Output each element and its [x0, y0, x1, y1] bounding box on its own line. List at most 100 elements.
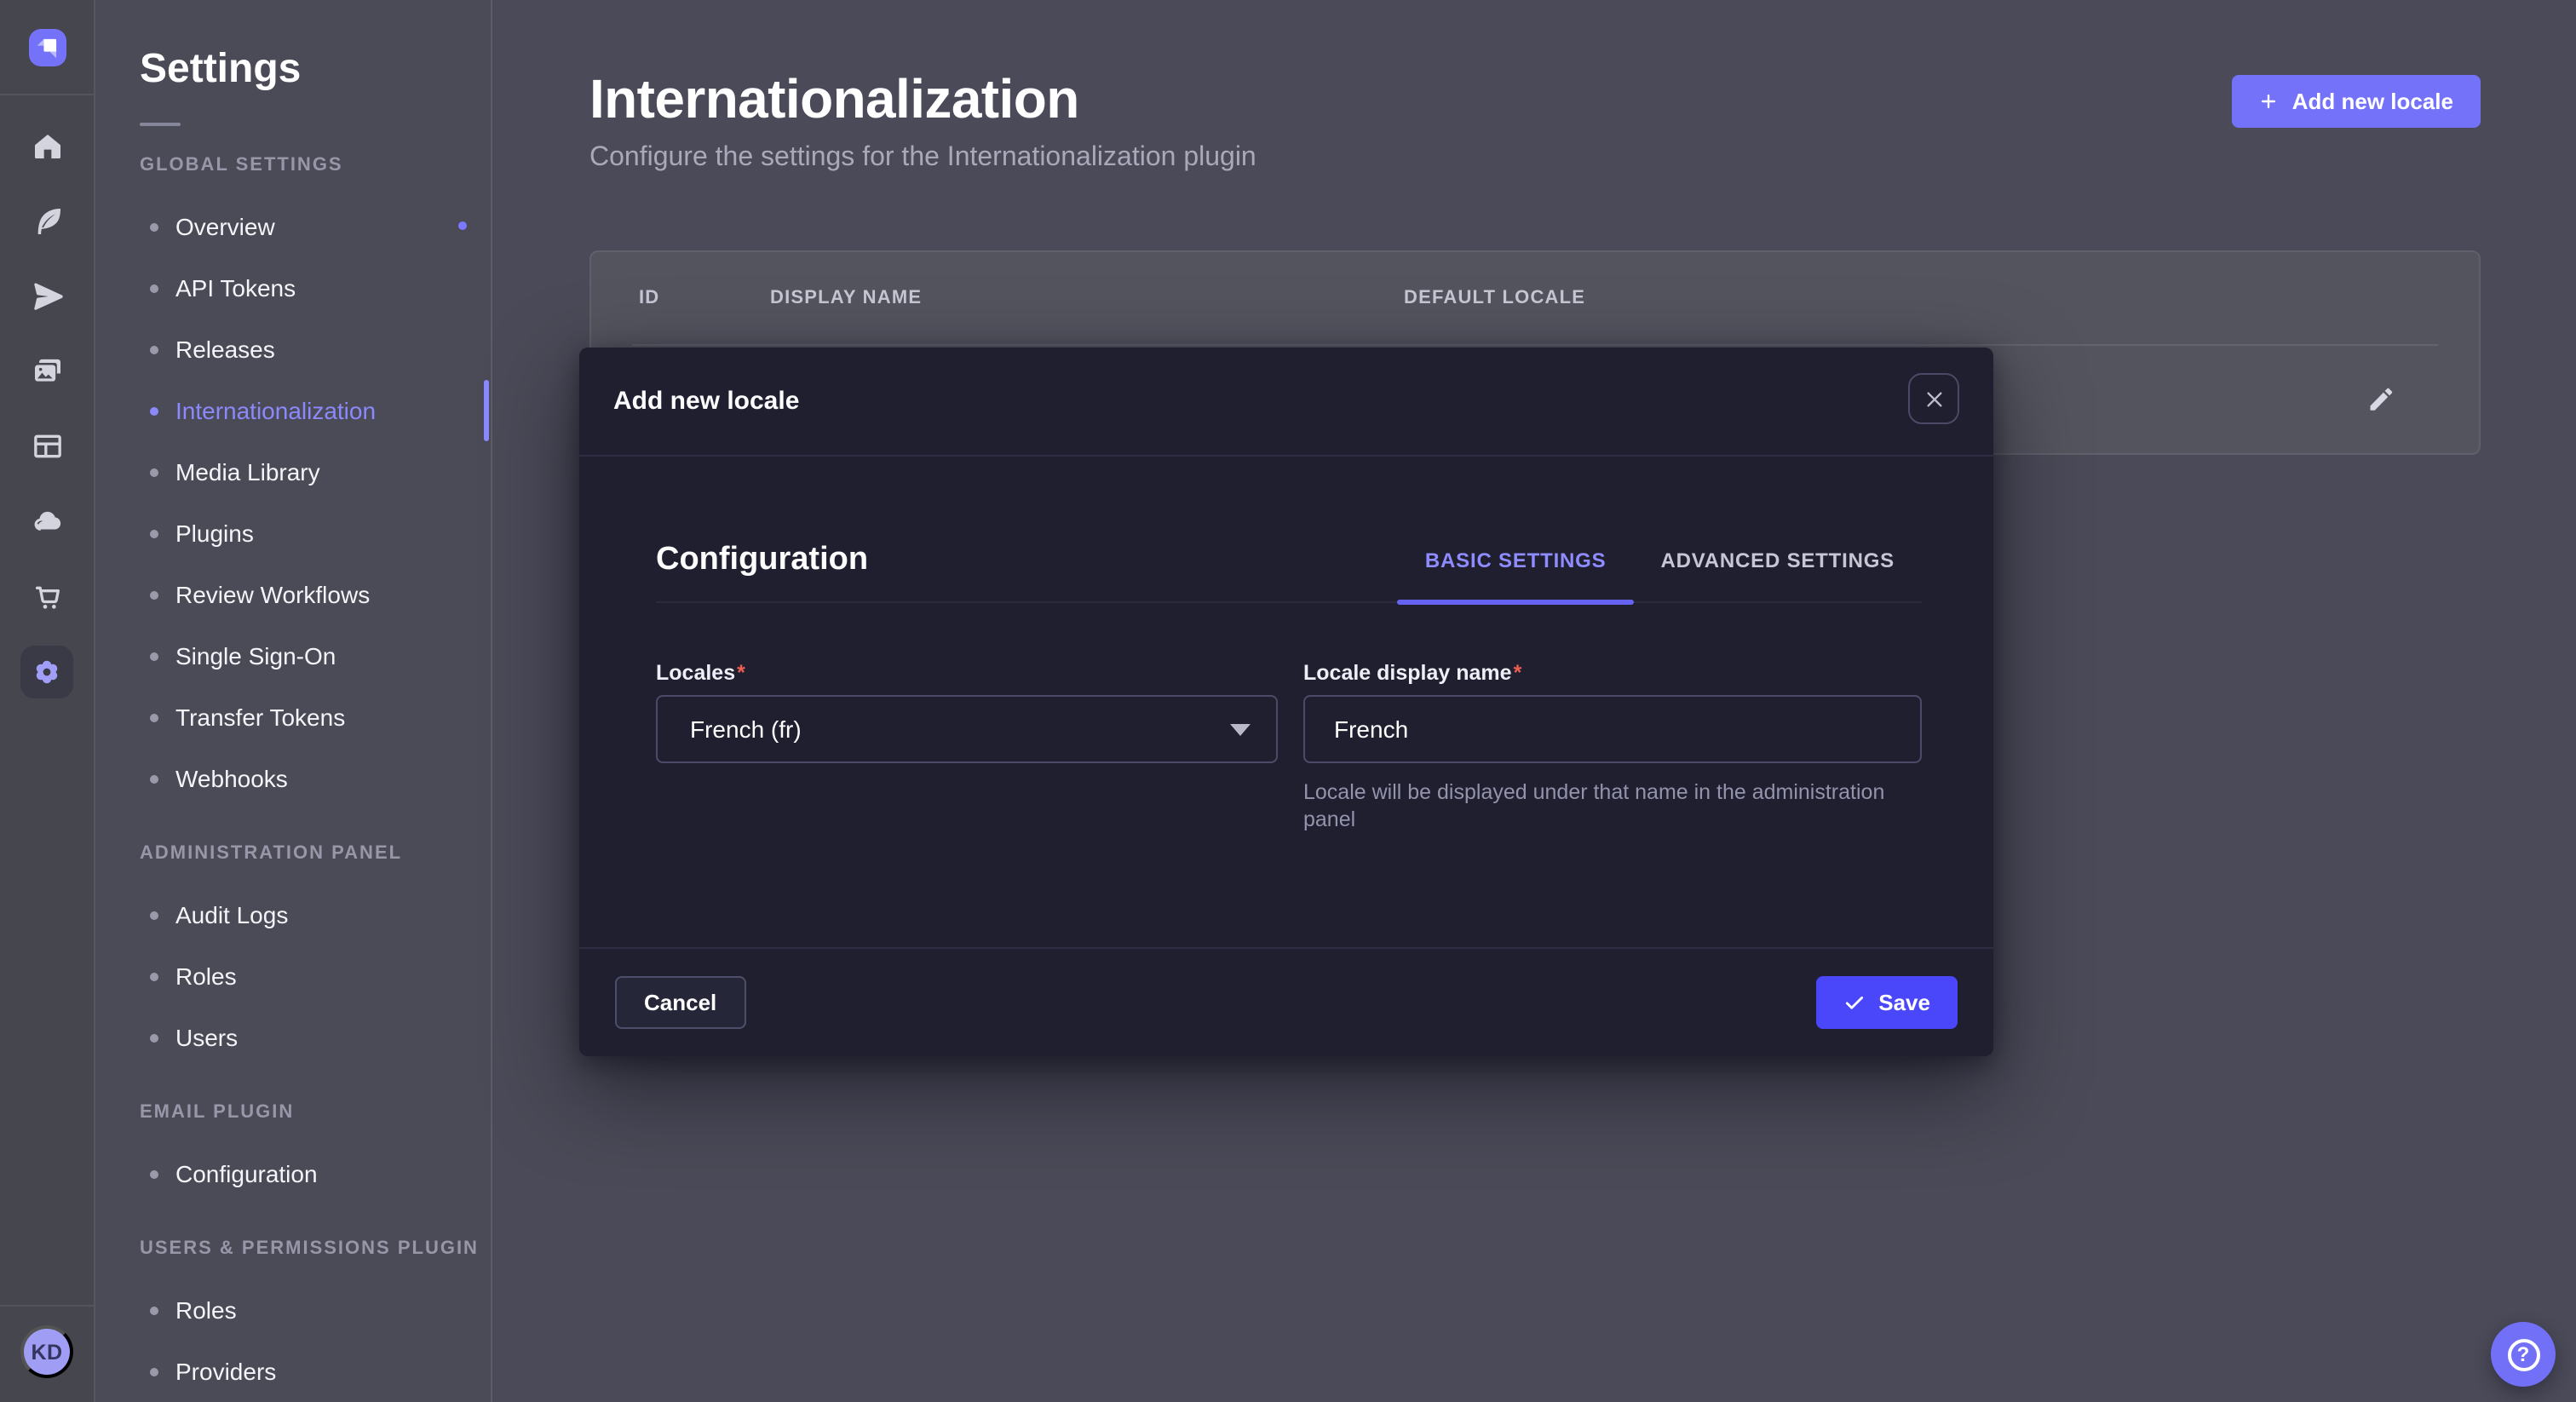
- bullet-icon: [150, 911, 158, 919]
- sidebar-sections: GLOBAL SETTINGS Overview API Tokens Release…: [140, 155, 491, 1402]
- bullet-icon: [150, 1306, 158, 1314]
- rail-nav: [0, 109, 94, 709]
- bullet-icon: [150, 284, 158, 292]
- settings-sidebar: Settings GLOBAL SETTINGS Overview API Toke…: [95, 0, 492, 1402]
- configuration-title: Configuration: [656, 540, 868, 581]
- sidebar-section-label: ADMINISTRATION PANEL: [140, 843, 491, 864]
- bullet-icon: [150, 1367, 158, 1376]
- bullet-icon: [150, 468, 158, 476]
- sidebar-item-providers[interactable]: Providers: [140, 1341, 491, 1402]
- locales-label: Locales*: [656, 659, 1278, 687]
- user-avatar[interactable]: KD: [20, 1325, 73, 1378]
- display-name-input[interactable]: [1303, 695, 1922, 763]
- home-icon[interactable]: [9, 109, 84, 184]
- sidebar-item-plugins[interactable]: Plugins: [140, 503, 491, 564]
- locales-select[interactable]: French (fr): [656, 695, 1278, 763]
- bullet-icon: [150, 774, 158, 783]
- display-name-field: Locale display name* Locale will be disp…: [1303, 659, 1922, 833]
- table-header-row: ID DISPLAY NAME DEFAULT LOCALE: [591, 252, 2479, 344]
- sidebar-item-label: Providers: [175, 1358, 276, 1385]
- save-button[interactable]: Save: [1815, 976, 1958, 1029]
- form-fields: Locales* French (fr) Locale display name…: [656, 659, 1922, 833]
- sidebar-item-label: Media Library: [175, 458, 320, 486]
- help-button[interactable]: ?: [2491, 1322, 2556, 1387]
- bullet-icon: [150, 972, 158, 980]
- workspace-logo-cell[interactable]: [0, 0, 94, 95]
- tab-advanced-settings[interactable]: ADVANCED SETTINGS: [1633, 540, 1922, 581]
- sidebar-item-roles[interactable]: Roles: [140, 945, 491, 1007]
- sidebar-section-label: GLOBAL SETTINGS: [140, 155, 491, 175]
- sidebar-item-label: Overview: [175, 213, 275, 240]
- add-new-locale-button[interactable]: Add new locale: [2233, 75, 2481, 128]
- sidebar-item-webhooks[interactable]: Webhooks: [140, 748, 491, 809]
- locales-field: Locales* French (fr): [656, 659, 1278, 833]
- add-new-locale-label: Add new locale: [2292, 89, 2453, 114]
- page-title: Internationalization: [589, 65, 2481, 133]
- feather-icon[interactable]: [9, 184, 84, 259]
- display-name-label: Locale display name*: [1303, 659, 1922, 687]
- add-locale-modal: Add new locale Configuration BASIC SETTI…: [579, 348, 1993, 1056]
- sidebar-item-label: Webhooks: [175, 765, 288, 792]
- sidebar-item-users[interactable]: Users: [140, 1007, 491, 1068]
- pictures-icon[interactable]: [9, 334, 84, 409]
- sidebar-item-list: Roles Providers: [140, 1279, 491, 1402]
- required-asterisk: *: [737, 661, 745, 685]
- cancel-button[interactable]: Cancel: [615, 976, 745, 1029]
- active-item-indicator: [484, 380, 489, 441]
- sidebar-item-label: Single Sign-On: [175, 642, 336, 669]
- bullet-icon: [150, 529, 158, 537]
- check-icon: [1843, 991, 1865, 1014]
- plus-icon: [2260, 92, 2279, 111]
- close-button[interactable]: [1908, 373, 1959, 424]
- bullet-icon: [150, 590, 158, 599]
- modal-header: Add new locale: [579, 348, 1993, 457]
- edit-pencil-icon[interactable]: [2366, 385, 2395, 414]
- sidebar-item-label: Internationalization: [175, 397, 376, 424]
- sidebar-section-label: EMAIL PLUGIN: [140, 1102, 491, 1123]
- page-subtitle: Configure the settings for the Internati…: [589, 141, 2481, 174]
- required-asterisk: *: [1514, 661, 1522, 685]
- sidebar-title: Settings: [140, 43, 491, 97]
- chevron-down-icon: [1230, 723, 1251, 735]
- sidebar-item-review-workflows[interactable]: Review Workflows: [140, 564, 491, 625]
- sidebar-item-api-tokens[interactable]: API Tokens: [140, 257, 491, 319]
- rail-bottom-divider: [0, 1305, 94, 1307]
- notification-dot: [458, 221, 467, 230]
- sidebar-item-configuration[interactable]: Configuration: [140, 1143, 491, 1204]
- sidebar-item-transfer-tokens[interactable]: Transfer Tokens: [140, 687, 491, 748]
- sidebar-item-releases[interactable]: Releases: [140, 319, 491, 380]
- sidebar-item-media-library[interactable]: Media Library: [140, 441, 491, 503]
- configuration-row: Configuration BASIC SETTINGSADVANCED SET…: [656, 540, 1922, 603]
- table-column-header: DISPLAY NAME: [770, 288, 922, 308]
- sidebar-item-label: Review Workflows: [175, 581, 370, 608]
- close-icon: [1924, 389, 1943, 408]
- paper-plane-icon[interactable]: [9, 259, 84, 334]
- sidebar-section-label: USERS & PERMISSIONS PLUGIN: [140, 1238, 491, 1259]
- question-mark-icon: ?: [2507, 1338, 2539, 1370]
- gear-icon[interactable]: [9, 634, 84, 709]
- cart-icon[interactable]: [9, 559, 84, 634]
- modal-title: Add new locale: [613, 387, 799, 416]
- app-root: KD Settings GLOBAL SETTINGS Overview API T…: [0, 0, 2576, 1402]
- title-underline: [140, 123, 181, 126]
- table-column-header: ID: [639, 288, 659, 308]
- sidebar-item-label: Transfer Tokens: [175, 704, 345, 731]
- sidebar-item-label: Plugins: [175, 520, 254, 547]
- bullet-icon: [150, 1033, 158, 1042]
- tab-basic-settings[interactable]: BASIC SETTINGS: [1398, 540, 1634, 581]
- sidebar-item-single-sign-on[interactable]: Single Sign-On: [140, 625, 491, 687]
- sidebar-item-list: Overview API Tokens Releases Internationali…: [140, 196, 491, 809]
- sidebar-item-overview[interactable]: Overview: [140, 196, 491, 257]
- layout-icon[interactable]: [9, 409, 84, 484]
- sidebar-item-label: Releases: [175, 336, 275, 363]
- icon-rail: KD: [0, 0, 95, 1402]
- modal-body: Configuration BASIC SETTINGSADVANCED SET…: [579, 540, 1993, 833]
- sidebar-item-internationalization[interactable]: Internationalization: [140, 380, 491, 441]
- strapi-logo-icon: [28, 28, 66, 66]
- sidebar-item-audit-logs[interactable]: Audit Logs: [140, 884, 491, 945]
- sidebar-item-roles[interactable]: Roles: [140, 1279, 491, 1341]
- cloud-icon[interactable]: [9, 484, 84, 559]
- table-column-header: DEFAULT LOCALE: [1404, 288, 1585, 308]
- sidebar-item-label: Users: [175, 1024, 238, 1051]
- sidebar-item-label: Roles: [175, 1296, 237, 1324]
